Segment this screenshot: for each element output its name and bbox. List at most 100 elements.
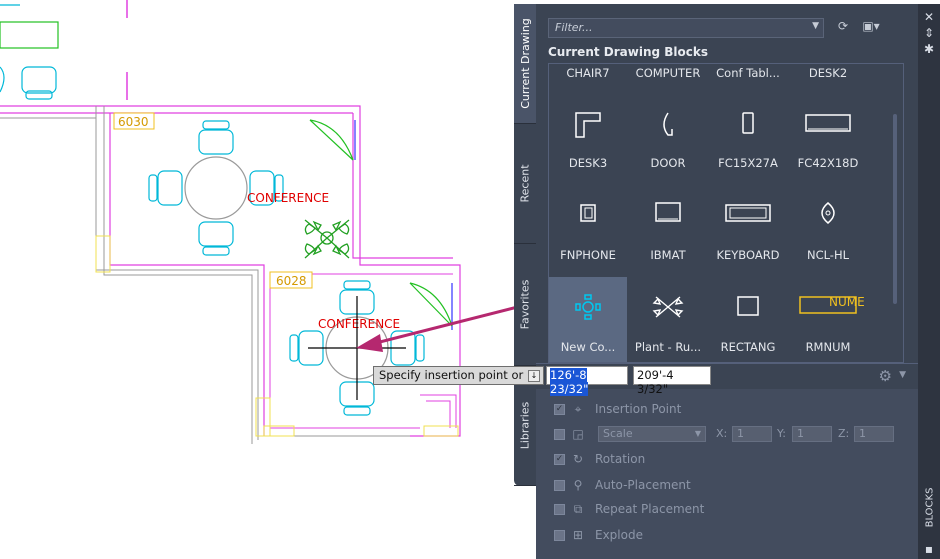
conference-table-6030: [148, 120, 284, 256]
phone-thumb: [580, 204, 596, 222]
block-label: DESK3: [568, 156, 608, 170]
palette-title: BLOCKS: [924, 487, 936, 528]
dynamic-input-prompt: Specify insertion point or ↓: [373, 366, 544, 385]
fc42x18d-thumb: [805, 114, 851, 132]
block-label[interactable]: COMPUTER: [629, 66, 707, 80]
keyboard-thumb: [725, 204, 771, 222]
block-tile[interactable]: Plant - Ru...: [629, 277, 707, 362]
block-label: IBMAT: [650, 248, 686, 262]
chevron-down-icon[interactable]: ▼: [812, 21, 819, 31]
room-label-conference-6028: CONFERENCE: [318, 317, 400, 331]
auto-placement-icon: ⚲: [573, 478, 583, 492]
checkbox-checked[interactable]: ✓: [554, 403, 565, 415]
scale-icon: ◲: [572, 427, 584, 441]
z-label: Z:: [838, 427, 850, 440]
checkbox-unchecked[interactable]: [554, 503, 565, 515]
recent-files-icon[interactable]: ⟳: [832, 19, 854, 37]
block-tile[interactable]: FC15X27A: [709, 93, 787, 181]
resize-handle-icon[interactable]: ▪: [922, 542, 936, 556]
scale-select[interactable]: Scale ▼: [598, 426, 706, 442]
rectangle-thumb: [737, 296, 759, 316]
checkbox-unchecked[interactable]: [554, 428, 565, 440]
block-tile[interactable]: FC42X18D: [789, 93, 867, 181]
block-label: NCL-HL: [806, 248, 850, 262]
option-scale[interactable]: ◲: [554, 424, 595, 444]
option-auto-placement[interactable]: ⚲ Auto-Placement: [554, 475, 691, 495]
gear-icon[interactable]: ⚙: [879, 368, 892, 384]
insertion-point-icon: ⌖: [574, 402, 582, 416]
block-label: FC42X18D: [797, 156, 859, 170]
checkbox-checked[interactable]: ✓: [554, 453, 565, 465]
block-label: KEYBOARD: [716, 248, 780, 262]
scale-z-field[interactable]: 1: [854, 426, 894, 442]
block-label[interactable]: DESK2: [789, 66, 867, 80]
desk-fragment: [0, 21, 59, 49]
block-label[interactable]: Conf Tabl...: [709, 66, 787, 80]
dynamic-input-x[interactable]: 126'-8 23/32": [546, 366, 628, 396]
checkbox-unchecked[interactable]: [554, 529, 565, 541]
section-title: Current Drawing Blocks: [548, 45, 709, 59]
block-tile[interactable]: NUME RMNUM: [789, 277, 867, 362]
option-rotation[interactable]: ✓ ↻ Rotation: [554, 449, 645, 469]
door-swing-6028: [409, 282, 453, 327]
block-tile[interactable]: NCL-HL: [789, 185, 867, 273]
rotation-icon: ↻: [572, 452, 584, 466]
block-tile[interactable]: RECTANG: [709, 277, 787, 362]
palette-title-bar: ✕ ⇕ ✱ BLOCKS ▪: [918, 4, 940, 559]
rmnum-thumb-text: NUME: [829, 295, 865, 309]
blocks-grid: CHAIR7 COMPUTER Conf Tabl... DESK2 DESK3 DOOR…: [548, 63, 904, 363]
dynamic-input-y[interactable]: 209'-4 3/32": [633, 366, 711, 396]
option-explode[interactable]: ⊞ Explode: [554, 525, 643, 545]
block-tile[interactable]: KEYBOARD: [709, 185, 787, 273]
option-insertion-point[interactable]: ✓ ⌖ Insertion Point: [554, 399, 681, 419]
options-arrow-icon[interactable]: ↓: [528, 370, 540, 382]
blocks-panel: Filter... ▼ ⟳ ▣▾ Current Drawing Blocks …: [536, 4, 918, 559]
explode-icon: ⊞: [572, 528, 584, 542]
tab-recent[interactable]: Recent: [514, 124, 536, 244]
repeat-placement-icon: ⧉: [573, 502, 583, 516]
plant-symbol: [304, 219, 350, 259]
block-label: New Co...: [560, 340, 616, 354]
block-tile[interactable]: DOOR: [629, 93, 707, 181]
new-conference-thumb: [575, 294, 601, 320]
block-label: FC15X27A: [718, 156, 778, 170]
palette-tab-strip: Current Drawing Recent Favorites Librari…: [514, 4, 536, 486]
insertion-options: ✓ ⌖ Insertion Point ◲ Scale ▼ X: 1 Y: 1 …: [536, 389, 918, 559]
chairs-fragment: [0, 66, 57, 100]
desk3-thumb: [575, 112, 601, 138]
option-repeat-placement[interactable]: ⧉ Repeat Placement: [554, 499, 704, 519]
filter-input[interactable]: Filter... ▼: [548, 18, 824, 38]
x-label: X:: [716, 427, 728, 440]
room-tag-6028: 6028: [276, 274, 307, 288]
close-icon[interactable]: ✕: [922, 10, 936, 24]
block-tile[interactable]: New Co...: [549, 277, 627, 362]
ibmat-thumb: [655, 202, 681, 222]
room-label-conference-6030: CONFERENCE: [247, 191, 329, 205]
door-swing-6030: [309, 119, 354, 161]
door-thumb: [663, 112, 673, 136]
room-tag-6030: 6030: [118, 115, 149, 129]
ncl-hl-thumb: [821, 202, 835, 224]
building-walls: [0, 105, 461, 444]
chevron-down-icon: ▼: [694, 429, 701, 438]
view-options-icon[interactable]: ▣▾: [860, 19, 882, 37]
tab-current-drawing[interactable]: Current Drawing: [514, 4, 536, 124]
block-label: DOOR: [650, 156, 686, 170]
tab-favorites[interactable]: Favorites: [514, 244, 536, 366]
block-tile[interactable]: DESK3: [549, 93, 627, 181]
scale-y-field[interactable]: 1: [792, 426, 832, 442]
block-label[interactable]: CHAIR7: [549, 66, 627, 80]
pin-icon[interactable]: ⇕: [922, 26, 936, 40]
block-label: RECTANG: [720, 340, 776, 354]
plant-thumb: [652, 296, 684, 318]
properties-icon[interactable]: ✱: [922, 42, 936, 56]
grid-scrollbar[interactable]: [893, 114, 897, 304]
block-tile[interactable]: FNPHONE: [549, 185, 627, 273]
checkbox-unchecked[interactable]: [554, 479, 565, 491]
block-label: FNPHONE: [560, 248, 616, 262]
block-label: RMNUM: [805, 340, 851, 354]
chevron-down-icon[interactable]: ▼: [899, 370, 906, 380]
scale-x-field[interactable]: 1: [732, 426, 772, 442]
fc15x27a-thumb: [742, 112, 754, 134]
block-tile[interactable]: IBMAT: [629, 185, 707, 273]
